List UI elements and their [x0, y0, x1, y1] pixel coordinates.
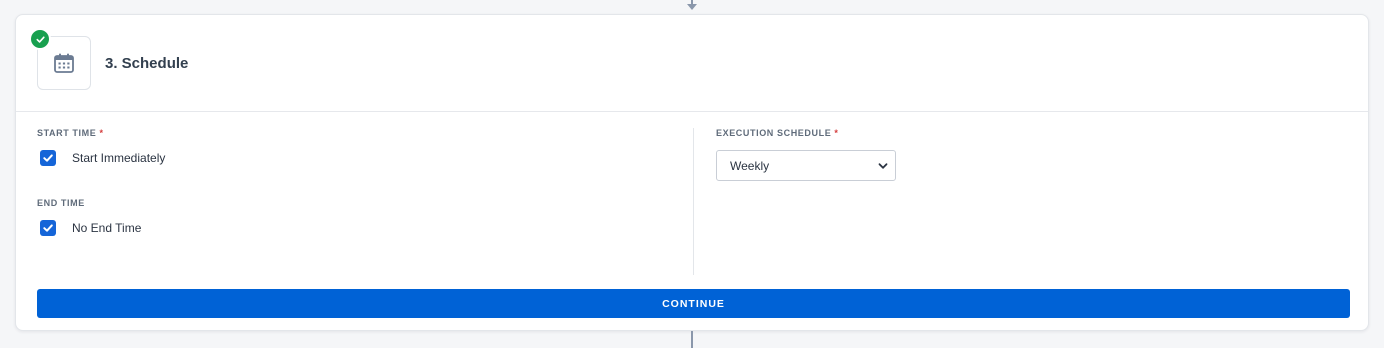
time-settings-column: START TIME * Start Immediately END TIME … — [37, 128, 677, 237]
execution-schedule-column: EXECUTION SCHEDULE * Weekly — [716, 128, 1336, 181]
calendar-icon — [54, 53, 74, 73]
no-end-time-row[interactable]: No End Time — [37, 219, 677, 237]
start-immediately-label[interactable]: Start Immediately — [72, 151, 165, 165]
checkmark-icon — [43, 224, 53, 232]
continue-label: CONTINUE — [662, 297, 725, 310]
continue-button[interactable]: CONTINUE — [37, 289, 1350, 318]
start-time-label: START TIME * — [37, 128, 104, 138]
start-immediately-row[interactable]: Start Immediately — [37, 149, 677, 167]
required-marker: * — [99, 128, 104, 138]
chevron-down-icon — [878, 162, 888, 169]
execution-schedule-select[interactable]: Weekly — [716, 150, 896, 181]
no-end-time-label[interactable]: No End Time — [72, 221, 141, 235]
start-immediately-checkbox[interactable] — [40, 150, 56, 166]
column-divider — [693, 128, 694, 275]
flow-connector-bottom — [691, 331, 693, 348]
required-marker: * — [834, 128, 839, 138]
step-title: 3. Schedule — [105, 55, 189, 72]
step-header: 3. Schedule — [16, 15, 1368, 112]
execution-schedule-label: EXECUTION SCHEDULE * — [716, 128, 839, 138]
schedule-step-card: 3. Schedule START TIME * Start Immediate… — [15, 14, 1369, 331]
end-time-label: END TIME — [37, 198, 85, 208]
flow-arrow-icon — [687, 4, 697, 10]
completed-check-icon — [29, 28, 51, 50]
no-end-time-checkbox[interactable] — [40, 220, 56, 236]
execution-schedule-value: Weekly — [730, 158, 770, 173]
checkmark-icon — [43, 154, 53, 162]
